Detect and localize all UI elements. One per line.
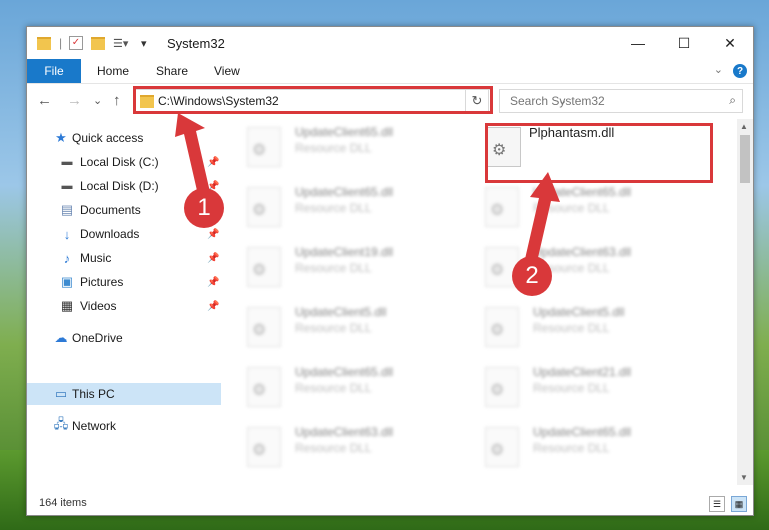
- arrow-2: [525, 172, 560, 262]
- annotation-arrows: [175, 113, 560, 262]
- arrow-1: [175, 113, 210, 195]
- step-badge-1: 1: [184, 188, 224, 228]
- step-badge-2: 2: [512, 256, 552, 296]
